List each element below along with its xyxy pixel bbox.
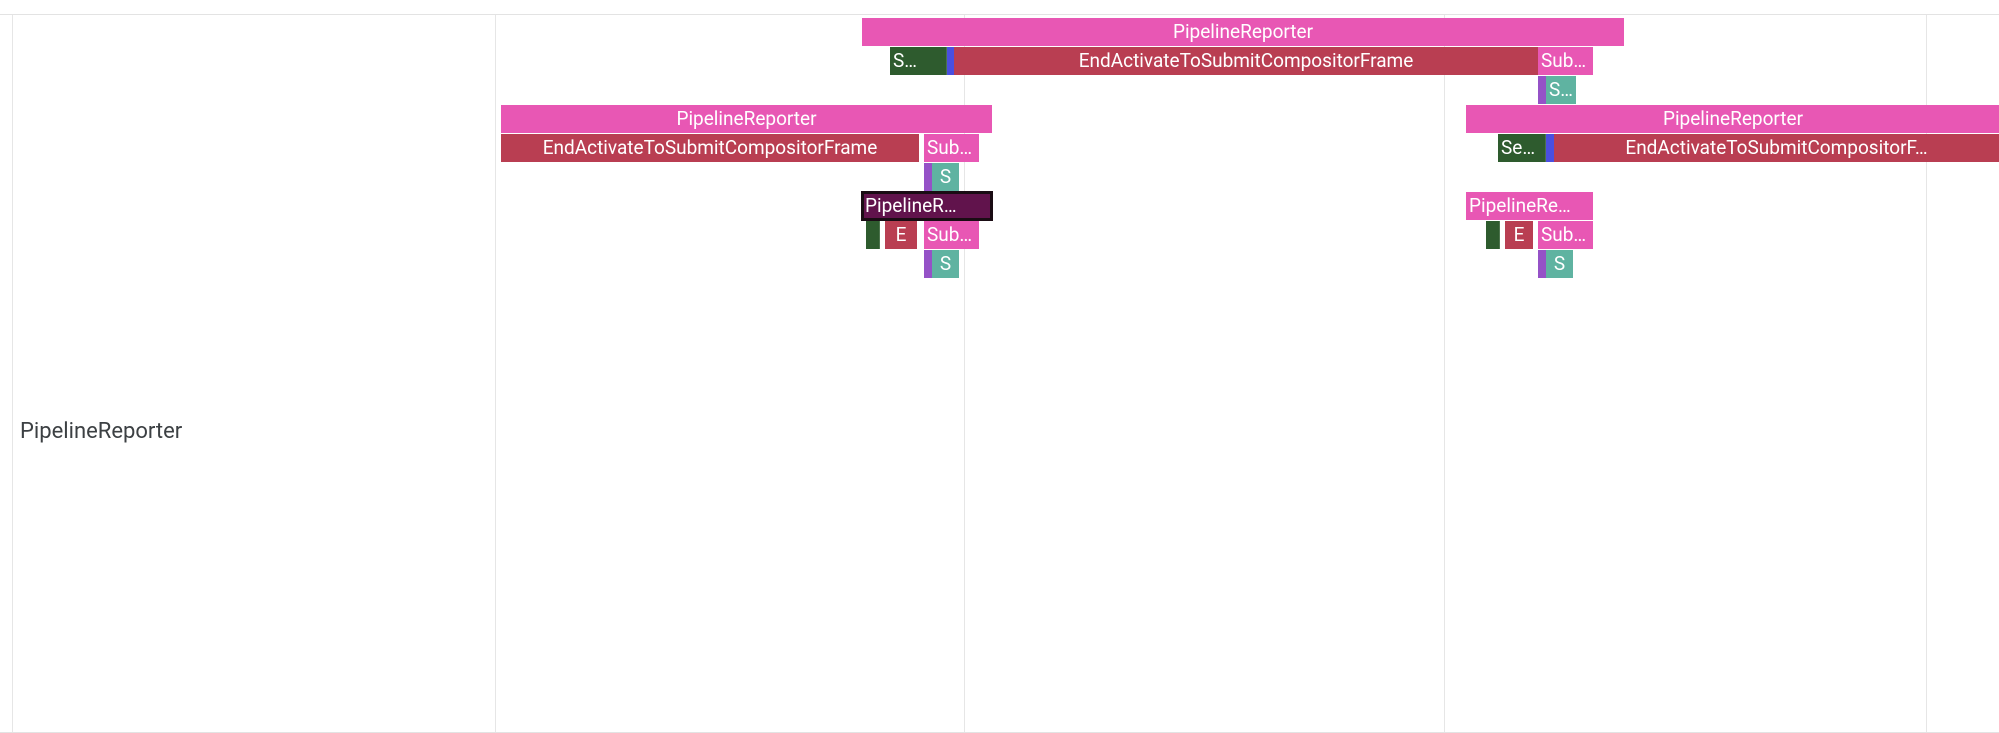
time-ruler[interactable]	[0, 0, 1999, 15]
track-label-pipelinereporter[interactable]: PipelineReporter	[20, 419, 182, 444]
slice-g1-s[interactable]: S…	[890, 47, 947, 75]
slice-g2b-pipeline[interactable]: PipelineReporter	[1466, 105, 1999, 133]
slice-g1-s2[interactable]: S…	[1546, 76, 1576, 104]
slice-g1-sub[interactable]: Sub…	[1538, 47, 1593, 75]
slice-g4-e[interactable]: E	[1505, 221, 1533, 249]
gridline	[495, 0, 496, 733]
slice-g1-p1[interactable]	[1538, 76, 1546, 104]
slice-g2-p1[interactable]	[924, 163, 932, 191]
slice-g2-end[interactable]: EndActivateToSubmitCompositorFrame	[501, 134, 919, 162]
slice-g2-s2[interactable]: S	[932, 163, 959, 191]
slice-g3-s[interactable]: S	[932, 250, 959, 278]
slice-g2-pipeline[interactable]: PipelineReporter	[501, 105, 992, 133]
slice-g4-s[interactable]: S	[1546, 250, 1573, 278]
slice-g3-sub[interactable]: Sub…	[924, 221, 979, 249]
gridline	[12, 0, 13, 733]
gridline	[1444, 0, 1445, 733]
slice-g1-end[interactable]: EndActivateToSubmitCompositorFrame	[954, 47, 1538, 75]
slice-g4-dg[interactable]	[1486, 221, 1500, 249]
slice-g2b-se[interactable]: Se…	[1498, 134, 1546, 162]
slice-g4-sub[interactable]: Sub…	[1538, 221, 1593, 249]
slice-g1-pipeline[interactable]: PipelineReporter	[862, 18, 1624, 46]
slice-g2b-end[interactable]: EndActivateToSubmitCompositorF…	[1554, 134, 1999, 162]
slice-g4-p1[interactable]	[1538, 250, 1546, 278]
slice-g2b-b1[interactable]	[1546, 134, 1554, 162]
slice-g3-dg[interactable]	[866, 221, 880, 249]
slice-g1-b1[interactable]	[947, 47, 954, 75]
slice-g3-e[interactable]: E	[885, 221, 917, 249]
slice-g2-sub[interactable]: Sub…	[924, 134, 979, 162]
slice-g3-pipeline[interactable]: PipelineR…	[862, 192, 992, 220]
slice-g4-pipeline[interactable]: PipelineRe…	[1466, 192, 1593, 220]
slice-g3-p1[interactable]	[924, 250, 932, 278]
